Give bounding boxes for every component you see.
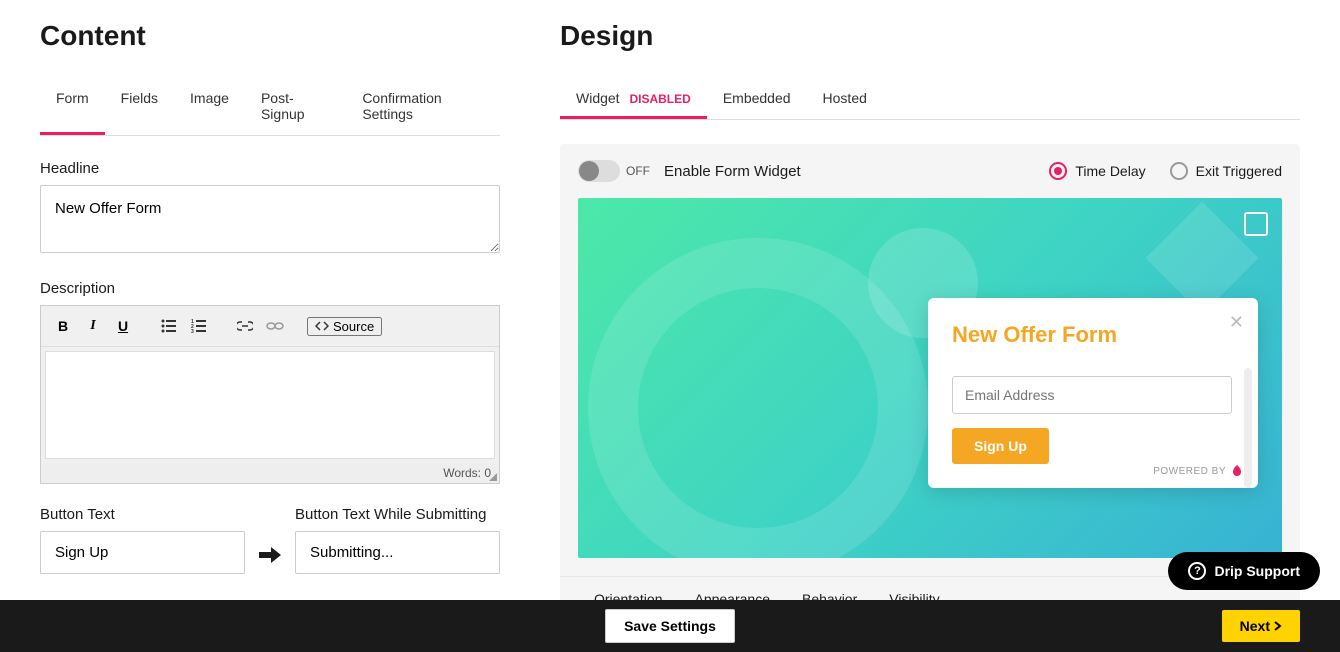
headline-label: Headline: [40, 160, 500, 177]
expand-icon[interactable]: [1244, 212, 1268, 236]
tab-embedded[interactable]: Embedded: [707, 80, 807, 119]
description-input[interactable]: [45, 351, 495, 459]
support-button[interactable]: ? Drip Support: [1168, 552, 1320, 590]
resize-handle-icon[interactable]: [489, 473, 497, 481]
close-icon[interactable]: ✕: [1229, 312, 1244, 333]
headline-input[interactable]: New Offer Form: [40, 185, 500, 253]
unlink-icon[interactable]: [261, 312, 289, 340]
widget-controls: OFF Enable Form Widget Time Delay Exit T…: [560, 144, 1300, 198]
help-icon: ?: [1188, 562, 1206, 580]
description-label: Description: [40, 280, 500, 297]
source-button[interactable]: Source: [307, 317, 382, 336]
content-tabs: Form Fields Image Post-Signup Confirmati…: [40, 80, 500, 136]
tab-widget-badge: DISABLED: [629, 92, 690, 106]
scrollbar[interactable]: [1244, 368, 1252, 488]
chevron-right-icon: [1274, 621, 1282, 631]
design-panel: Design Widget DISABLED Embedded Hosted O…: [560, 20, 1300, 600]
signup-button[interactable]: Sign Up: [952, 428, 1049, 464]
widget-title: New Offer Form: [952, 322, 1234, 348]
source-label: Source: [333, 319, 374, 334]
next-button[interactable]: Next: [1222, 610, 1300, 642]
preview-canvas: ✕ New Offer Form Sign Up POWERED BY: [578, 198, 1282, 558]
content-panel: Content Form Fields Image Post-Signup Co…: [40, 20, 500, 600]
editor-footer: Words: 0: [41, 463, 499, 483]
button-text-submitting-label: Button Text While Submitting: [295, 506, 500, 523]
tab-form[interactable]: Form: [40, 80, 105, 135]
svg-text:3: 3: [191, 329, 194, 333]
next-label: Next: [1240, 618, 1270, 634]
tab-hosted[interactable]: Hosted: [807, 80, 883, 119]
italic-icon[interactable]: I: [79, 312, 107, 340]
numbered-list-icon[interactable]: 123: [185, 312, 213, 340]
trigger-radio-group: Time Delay Exit Triggered: [1049, 162, 1282, 180]
radio-exit-triggered[interactable]: Exit Triggered: [1170, 162, 1282, 180]
radio-time-delay-label: Time Delay: [1075, 163, 1145, 179]
drip-logo-icon: [1230, 464, 1244, 478]
link-icon[interactable]: [231, 312, 259, 340]
design-tabs: Widget DISABLED Embedded Hosted: [560, 80, 1300, 120]
powered-by-label: POWERED BY: [1153, 464, 1244, 478]
tab-confirmation-settings[interactable]: Confirmation Settings: [346, 80, 500, 135]
email-field[interactable]: [952, 376, 1232, 414]
tab-widget-label: Widget: [576, 90, 620, 106]
enable-widget-toggle[interactable]: OFF: [578, 160, 650, 182]
footer-bar: Save Settings Next: [0, 600, 1340, 652]
bold-icon[interactable]: B: [49, 312, 77, 340]
form-widget-preview: ✕ New Offer Form Sign Up POWERED BY: [928, 298, 1258, 488]
content-heading: Content: [40, 20, 500, 52]
support-label: Drip Support: [1214, 563, 1300, 579]
bullet-list-icon[interactable]: [155, 312, 183, 340]
arrow-right-icon: [257, 546, 283, 574]
radio-time-delay[interactable]: Time Delay: [1049, 162, 1145, 180]
tab-widget[interactable]: Widget DISABLED: [560, 80, 707, 119]
radio-exit-triggered-label: Exit Triggered: [1196, 163, 1282, 179]
button-text-label: Button Text: [40, 506, 245, 523]
button-text-input[interactable]: [40, 531, 245, 574]
editor-toolbar: B I U 123: [41, 306, 499, 347]
design-heading: Design: [560, 20, 1300, 52]
save-settings-button[interactable]: Save Settings: [605, 609, 735, 643]
underline-icon[interactable]: U: [109, 312, 137, 340]
enable-widget-label: Enable Form Widget: [664, 163, 801, 180]
button-text-submitting-input[interactable]: [295, 531, 500, 574]
toggle-state-label: OFF: [626, 164, 650, 178]
tab-image[interactable]: Image: [174, 80, 245, 135]
tab-fields[interactable]: Fields: [105, 80, 174, 135]
tab-post-signup[interactable]: Post-Signup: [245, 80, 346, 135]
words-count: Words: 0: [443, 466, 491, 480]
description-editor: B I U 123: [40, 305, 500, 484]
